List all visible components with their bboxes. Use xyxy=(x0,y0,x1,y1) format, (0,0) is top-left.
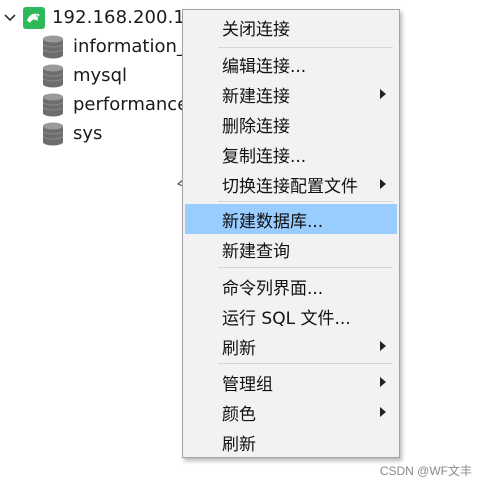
menu-item-close-connection[interactable]: 关闭连接 xyxy=(185,12,397,42)
menu-item-label: 刷新 xyxy=(222,434,256,455)
menu-item-switch-connection-profile[interactable]: 切换连接配置文件 xyxy=(185,169,397,199)
menu-separator xyxy=(218,363,393,364)
menu-item-copy-connection[interactable]: 复制连接... xyxy=(185,139,397,169)
tree-database-row[interactable]: performance xyxy=(42,90,188,119)
menu-item-label: 复制连接... xyxy=(222,146,307,167)
database-label: mysql xyxy=(73,65,127,86)
mysql-dolphin-icon xyxy=(22,6,46,30)
menu-item-label: 新建数据库... xyxy=(222,211,324,232)
menu-item-refresh[interactable]: 刷新 xyxy=(185,427,397,457)
database-icon xyxy=(42,35,64,59)
menu-separator xyxy=(218,47,393,48)
menu-item-refresh-submenu[interactable]: 刷新 xyxy=(185,331,397,361)
submenu-arrow-icon xyxy=(380,89,386,99)
app-window: 192.168.200.10 information_ mysql perfor… xyxy=(0,0,486,489)
menu-item-label: 颜色 xyxy=(222,404,256,425)
database-label: performance xyxy=(73,94,189,115)
database-icon xyxy=(42,64,64,88)
menu-item-label: 新建连接 xyxy=(222,86,290,107)
menu-item-command-line[interactable]: 命令列界面... xyxy=(185,271,397,301)
submenu-arrow-icon xyxy=(380,407,386,417)
menu-item-label: 刷新 xyxy=(222,338,256,359)
menu-item-new-query[interactable]: 新建查询 xyxy=(185,234,397,264)
database-label: sys xyxy=(73,123,103,144)
menu-item-color[interactable]: 颜色 xyxy=(185,397,397,427)
menu-item-run-sql-file[interactable]: 运行 SQL 文件... xyxy=(185,301,397,331)
tree-database-row[interactable]: sys xyxy=(42,119,102,148)
database-label: information_ xyxy=(73,36,186,57)
context-menu: 关闭连接 编辑连接... 新建连接 删除连接 复制连接... 切换连接配置文件 xyxy=(182,9,400,458)
menu-separator xyxy=(218,267,393,268)
watermark: CSDN @WF文丰 xyxy=(379,464,472,478)
menu-item-edit-connection[interactable]: 编辑连接... xyxy=(185,49,397,79)
menu-item-label: 运行 SQL 文件... xyxy=(222,308,351,329)
submenu-arrow-icon xyxy=(380,341,386,351)
menu-separator xyxy=(218,201,393,202)
database-icon xyxy=(42,93,64,117)
submenu-arrow-icon xyxy=(380,377,386,387)
menu-item-label: 编辑连接... xyxy=(222,56,307,77)
menu-item-label: 删除连接 xyxy=(222,116,290,137)
connection-label: 192.168.200.10 xyxy=(52,7,197,28)
database-icon xyxy=(42,122,64,146)
menu-item-label: 关闭连接 xyxy=(222,19,290,40)
menu-item-delete-connection[interactable]: 删除连接 xyxy=(185,109,397,139)
tree-connection-row[interactable]: 192.168.200.10 xyxy=(0,3,197,32)
menu-item-label: 新建查询 xyxy=(222,241,290,262)
menu-item-new-database[interactable]: 新建数据库... xyxy=(185,204,397,234)
menu-item-label: 切换连接配置文件 xyxy=(222,176,358,197)
menu-item-label: 管理组 xyxy=(222,374,273,395)
menu-item-label: 命令列界面... xyxy=(222,278,324,299)
tree-database-row[interactable]: information_ xyxy=(42,32,186,61)
menu-item-manage-group[interactable]: 管理组 xyxy=(185,367,397,397)
chevron-down-icon[interactable] xyxy=(2,8,18,28)
menu-item-new-connection[interactable]: 新建连接 xyxy=(185,79,397,109)
tree-database-row[interactable]: mysql xyxy=(42,61,127,90)
submenu-arrow-icon xyxy=(380,179,386,189)
